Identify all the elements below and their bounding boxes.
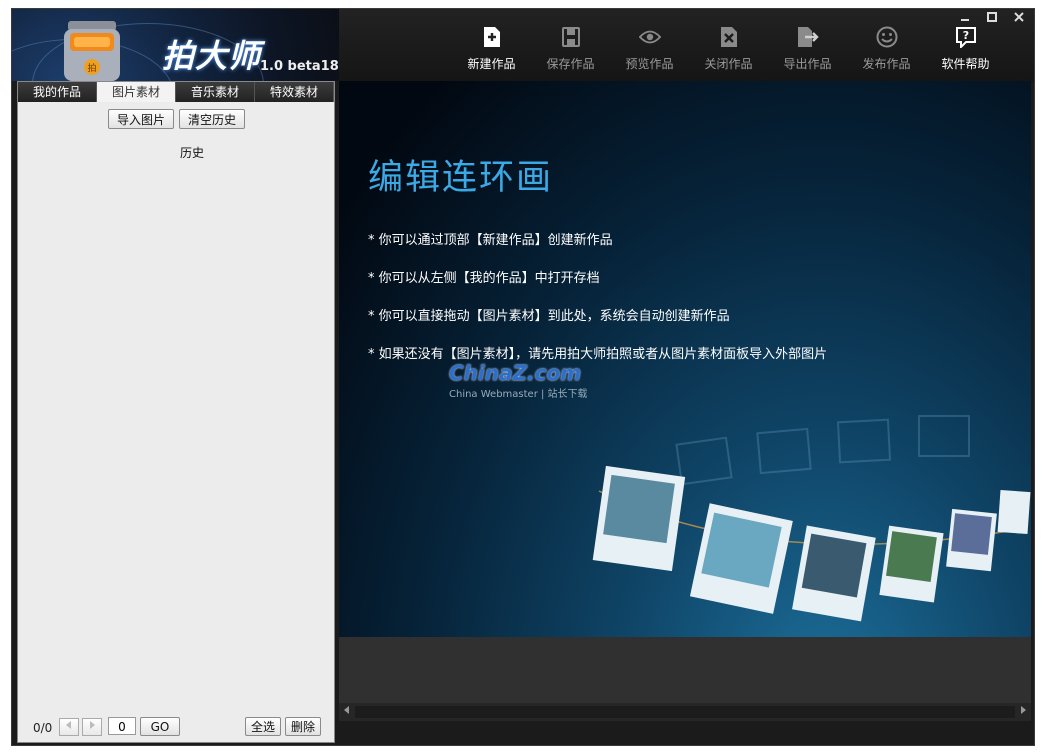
horizontal-scrollbar[interactable] [339,703,1031,721]
export-work-label: 导出作品 [783,57,832,71]
watermark-main: ChinaZ.com [449,361,582,385]
minimize-icon [961,19,969,21]
new-work-label: 新建作品 [467,57,516,71]
help-icon: ? [955,25,977,49]
stage-title: 编辑连环画 [368,158,554,198]
title-bar: 拍 拍大师 1.0 beta18 新建作品 保存作品 预览作品 关闭作品 导出作… [12,9,1034,81]
watermark: ChinaZ.com China Webmaster | 站长下载 [449,361,588,400]
delete-button[interactable]: 删除 [285,717,321,736]
chevron-left-icon [344,706,349,714]
tab-music-assets[interactable]: 音乐素材 [176,82,255,102]
maximize-icon [987,12,997,22]
app-version: 1.0 beta18 [260,59,339,74]
page-count: 0/0 [33,721,53,735]
robot-logo-icon: 拍 [64,21,120,81]
image-assets-panel: 导入图片 清空历史 历史 0/0 0 GO 全选 删除 [18,102,334,742]
tab-my-works[interactable]: 我的作品 [18,82,97,102]
tip-line: * 如果还没有【图片素材】，请先用拍大师拍照或者从图片素材面板导入外部图片 [368,347,828,362]
clear-history-button[interactable]: 清空历史 [179,109,245,129]
tab-effect-assets[interactable]: 特效素材 [255,82,334,102]
close-window-button[interactable] [1006,9,1032,27]
export-icon [797,25,819,49]
publish-work-label: 发布作品 [862,57,911,71]
go-button[interactable]: GO [140,717,180,736]
editor-stage[interactable]: 编辑连环画 * 你可以通过顶部【新建作品】创建新作品 * 你可以从左侧【我的作品… [339,81,1031,637]
help-button[interactable]: ? 软件帮助 [926,25,1005,77]
chevron-right-icon [90,721,95,729]
new-work-button[interactable]: 新建作品 [452,25,531,77]
tip-line: * 你可以从左侧【我的作品】中打开存档 [368,271,600,286]
status-bar [339,721,1031,745]
save-work-label: 保存作品 [546,57,595,71]
left-panel: 我的作品 图片素材 音乐素材 特效素材 导入图片 清空历史 历史 0/0 0 G… [17,81,335,743]
app-window: 拍 拍大师 1.0 beta18 新建作品 保存作品 预览作品 关闭作品 导出作… [11,8,1035,746]
logo-area: 拍 拍大师 1.0 beta18 [12,9,339,81]
photo-string-decoration [592,415,1031,622]
main-toolbar: 新建作品 保存作品 预览作品 关闭作品 导出作品 发布作品 ? 软件帮助 [452,25,1005,77]
prev-page-button[interactable] [59,718,79,736]
preview-work-button[interactable]: 预览作品 [610,25,689,77]
smiley-icon [876,25,898,49]
scroll-left-button[interactable] [339,703,355,721]
save-work-button[interactable]: 保存作品 [531,25,610,77]
tip-line: * 你可以直接拖动【图片素材】到此处，系统会自动创建新作品 [368,309,730,324]
watermark-sub: China Webmaster | 站长下载 [449,389,588,400]
page-number-input[interactable]: 0 [108,717,136,735]
svg-text:拍: 拍 [87,62,96,74]
chevron-right-icon [1021,706,1026,714]
import-image-button[interactable]: 导入图片 [108,109,174,129]
close-icon [1014,12,1024,22]
select-all-button[interactable]: 全选 [245,717,281,736]
save-icon [560,25,582,49]
tip-line: * 你可以通过顶部【新建作品】创建新作品 [368,233,613,248]
left-panel-tabs: 我的作品 图片素材 音乐素材 特效素材 [18,82,334,102]
close-work-button[interactable]: 关闭作品 [689,25,768,77]
help-label: 软件帮助 [941,57,990,71]
timeline-area[interactable] [339,637,1031,703]
scroll-right-button[interactable] [1015,703,1031,721]
publish-work-button[interactable]: 发布作品 [847,25,926,77]
eye-icon [638,25,661,49]
tab-image-assets[interactable]: 图片素材 [97,82,176,102]
preview-work-label: 预览作品 [625,57,674,71]
history-label: 历史 [180,146,205,160]
close-document-icon [718,25,740,49]
scrollbar-track[interactable] [355,706,1015,718]
app-name: 拍大师 [162,37,262,75]
svg-text:?: ? [962,29,968,42]
close-work-label: 关闭作品 [704,57,753,71]
new-document-icon [481,25,503,49]
export-work-button[interactable]: 导出作品 [768,25,847,77]
chevron-left-icon [66,721,71,729]
next-page-button[interactable] [82,718,102,736]
